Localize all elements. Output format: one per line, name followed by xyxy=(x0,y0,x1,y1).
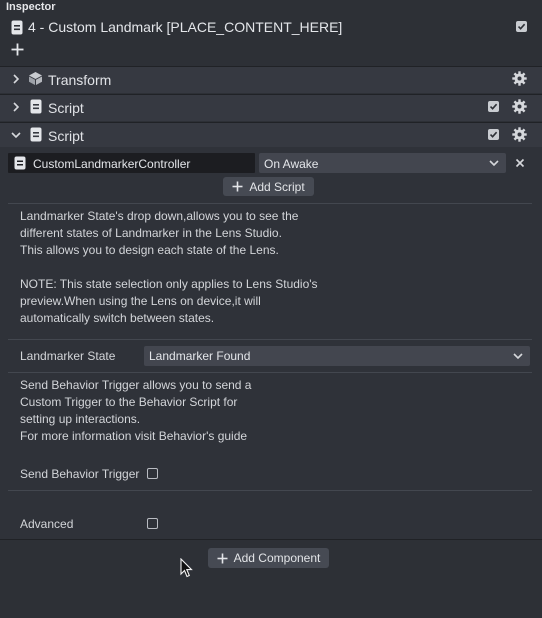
chevron-down-icon[interactable] xyxy=(489,159,499,167)
description-line: preview.When using the Lens on device,it… xyxy=(20,294,261,308)
divider xyxy=(8,372,532,373)
landmarker-state-value: Landmarker Found xyxy=(149,349,251,363)
description-line: Landmarker State's drop down,allows you … xyxy=(20,209,299,223)
script-asset-name: CustomLandmarkerController xyxy=(33,157,191,171)
transform-label: Transform xyxy=(48,72,112,88)
landmarker-state-label: Landmarker State xyxy=(20,349,116,363)
send-behavior-trigger-label: Send Behavior Trigger xyxy=(20,467,140,481)
add-component-button[interactable]: Add Component xyxy=(208,548,329,568)
advanced-checkbox[interactable] xyxy=(147,518,158,529)
description-line: Custom Trigger to the Behavior Script fo… xyxy=(20,395,238,409)
send-behavior-trigger-checkbox[interactable] xyxy=(147,468,158,479)
script-label-2: Script xyxy=(48,128,84,144)
add-script-button[interactable]: Add Script xyxy=(223,177,314,196)
note-description: NOTE: This state selection only applies … xyxy=(20,276,520,327)
description-line: NOTE: This state selection only applies … xyxy=(20,277,318,291)
divider xyxy=(8,203,532,204)
script-file-icon xyxy=(14,156,26,170)
divider xyxy=(8,339,532,340)
behavior-trigger-description: Send Behavior Trigger allows you to send… xyxy=(20,377,520,445)
gear-icon[interactable] xyxy=(512,71,527,86)
script-2-enabled-checkbox[interactable] xyxy=(488,129,499,140)
script-icon xyxy=(30,127,42,142)
chevron-down-icon[interactable] xyxy=(513,352,523,360)
description-line: For more information visit Behavior's gu… xyxy=(20,429,248,443)
landmarker-state-description: Landmarker State's drop down,allows you … xyxy=(20,208,520,259)
description-line: setting up interactions. xyxy=(20,412,141,426)
description-line: This allows you to design each state of … xyxy=(20,243,279,257)
object-enabled-checkbox[interactable] xyxy=(516,21,527,32)
script-label-1: Script xyxy=(48,100,84,116)
add-script-label: Add Script xyxy=(249,179,305,194)
description-line: different states of Landmarker in the Le… xyxy=(20,226,282,240)
script-object-icon xyxy=(11,20,23,35)
gear-icon[interactable] xyxy=(512,99,527,114)
add-icon[interactable] xyxy=(11,43,24,56)
script-1-enabled-checkbox[interactable] xyxy=(488,101,499,112)
chevron-right-icon[interactable] xyxy=(12,74,20,84)
description-line: automatically switch between states. xyxy=(20,311,215,325)
divider xyxy=(0,539,542,540)
gear-icon[interactable] xyxy=(512,127,527,142)
script-icon xyxy=(30,99,42,114)
event-dropdown-value: On Awake xyxy=(264,157,319,171)
description-line: Send Behavior Trigger allows you to send… xyxy=(20,378,252,392)
advanced-label: Advanced xyxy=(20,517,74,531)
chevron-right-icon[interactable] xyxy=(12,102,20,112)
plus-icon xyxy=(217,553,228,563)
plus-icon xyxy=(232,181,243,192)
mouse-cursor-icon xyxy=(180,558,193,578)
object-name[interactable]: 4 - Custom Landmark [PLACE_CONTENT_HERE] xyxy=(28,19,342,35)
chevron-down-icon[interactable] xyxy=(11,131,21,139)
transform-icon xyxy=(28,71,43,86)
add-component-label: Add Component xyxy=(233,551,321,565)
close-icon[interactable] xyxy=(515,158,525,168)
divider xyxy=(8,490,532,491)
inspector-title: Inspector xyxy=(6,1,56,13)
